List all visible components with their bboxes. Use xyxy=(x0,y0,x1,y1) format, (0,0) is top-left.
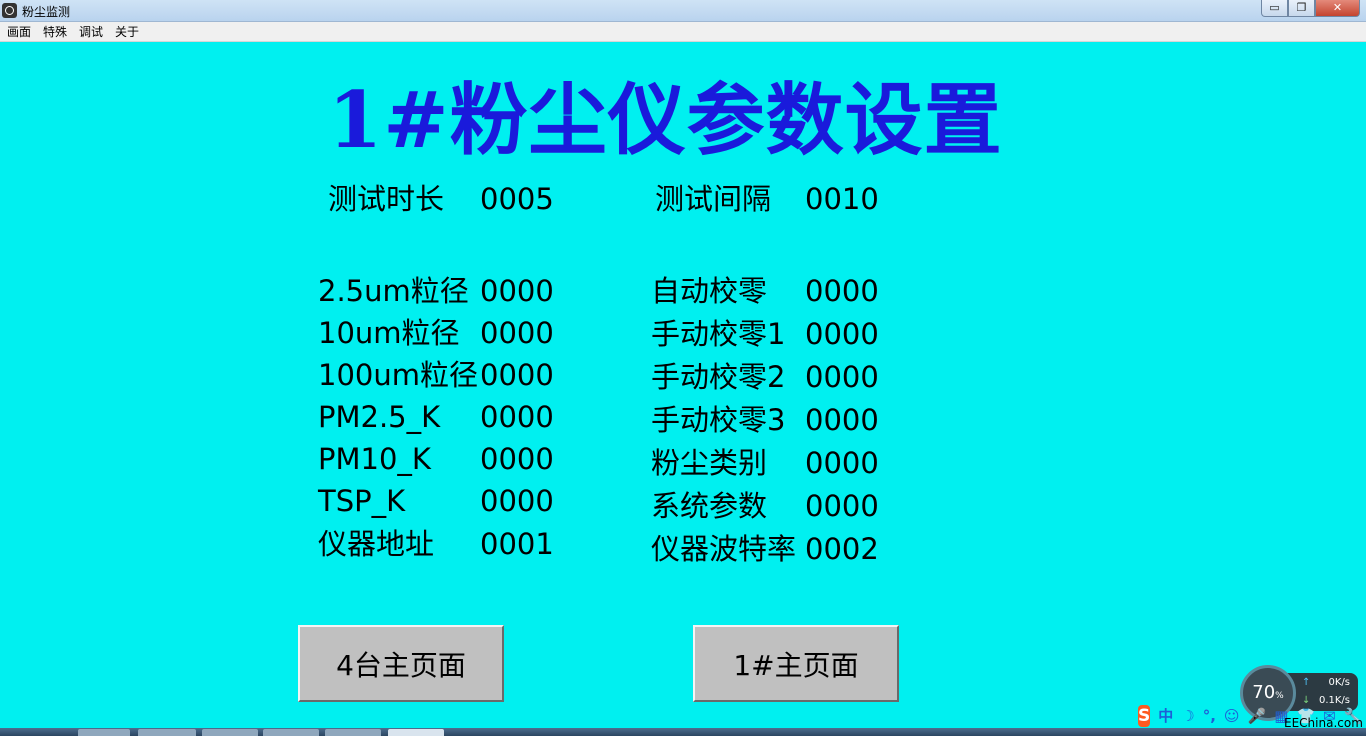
param-value-dust-type[interactable]: 0000 xyxy=(805,446,879,480)
param-label-manual-zero-2: 手动校零2 xyxy=(651,360,786,394)
upload-speed: 0K/s xyxy=(1328,677,1351,688)
emoji-icon[interactable]: ☺ xyxy=(1224,707,1240,725)
minimize-button[interactable]: ▭ xyxy=(1261,0,1288,17)
percent-unit: % xyxy=(1275,691,1284,701)
param-label-test-duration: 测试时长 xyxy=(328,182,445,216)
taskbar-item[interactable] xyxy=(202,729,258,736)
menu-about[interactable]: 关于 xyxy=(115,23,139,40)
param-label-dust-type: 粉尘类别 xyxy=(651,446,768,480)
close-button[interactable]: ✕ xyxy=(1315,0,1360,17)
param-value-100um[interactable]: 0000 xyxy=(480,358,554,392)
param-label-device-address: 仪器地址 xyxy=(318,527,435,561)
taskbar-item[interactable] xyxy=(138,729,196,736)
param-label-baud-rate: 仪器波特率 xyxy=(651,532,797,566)
param-value-pm25-k[interactable]: 0000 xyxy=(480,400,554,434)
param-value-device-address[interactable]: 0001 xyxy=(480,527,554,561)
param-label-manual-zero-1: 手动校零1 xyxy=(651,317,786,351)
upload-arrow-icon: ↑ xyxy=(1302,677,1311,688)
param-label-pm25-k: PM2.5_K xyxy=(318,400,441,434)
param-value-manual-zero-3[interactable]: 0000 xyxy=(805,403,879,437)
param-label-100um: 100um粒径 xyxy=(318,358,478,392)
sogou-logo-icon[interactable]: S xyxy=(1138,704,1151,727)
param-value-2-5um[interactable]: 0000 xyxy=(480,274,554,308)
param-value-manual-zero-2[interactable]: 0000 xyxy=(805,360,879,394)
param-value-pm10-k[interactable]: 0000 xyxy=(480,442,554,476)
menu-bar: 画面 特殊 调试 关于 xyxy=(0,22,1366,42)
param-label-tsp-k: TSP_K xyxy=(318,484,406,518)
taskbar-item[interactable] xyxy=(263,729,319,736)
app-icon xyxy=(2,3,17,18)
main-panel: 1#粉尘仪参数设置 测试时长 0005 测试间隔 0010 2.5um粒径 00… xyxy=(0,42,1366,728)
param-label-system-params: 系统参数 xyxy=(651,489,768,523)
param-value-tsp-k[interactable]: 0000 xyxy=(480,484,554,518)
param-label-auto-zero: 自动校零 xyxy=(651,274,768,308)
window-titlebar: 粉尘监测 ▭ ❐ ✕ xyxy=(0,0,1366,22)
taskbar-item-active[interactable] xyxy=(388,729,444,736)
param-label-10um: 10um粒径 xyxy=(318,316,460,350)
window-title: 粉尘监测 xyxy=(22,5,71,19)
menu-special[interactable]: 特殊 xyxy=(43,23,67,40)
cpu-percent: 70 xyxy=(1252,682,1276,703)
moon-icon[interactable]: ☽ xyxy=(1181,707,1194,725)
param-value-auto-zero[interactable]: 0000 xyxy=(805,274,879,308)
microphone-icon[interactable]: 🎤 xyxy=(1248,707,1267,725)
param-value-manual-zero-1[interactable]: 0000 xyxy=(805,317,879,351)
taskbar xyxy=(0,728,1366,736)
taskbar-item[interactable] xyxy=(325,729,381,736)
four-unit-main-page-button[interactable]: 4台主页面 xyxy=(298,625,504,702)
page-title: 1#粉尘仪参数设置 xyxy=(328,75,1003,166)
param-label-2-5um: 2.5um粒径 xyxy=(318,274,469,308)
window-controls: ▭ ❐ ✕ xyxy=(1261,0,1360,18)
param-label-pm10-k: PM10_K xyxy=(318,442,431,476)
param-value-system-params[interactable]: 0000 xyxy=(805,489,879,523)
param-value-test-interval[interactable]: 0010 xyxy=(805,182,879,216)
param-label-test-interval: 测试间隔 xyxy=(655,182,772,216)
punctuation-icon[interactable]: °, xyxy=(1203,707,1216,725)
maximize-button[interactable]: ❐ xyxy=(1288,0,1315,17)
menu-debug[interactable]: 调试 xyxy=(79,23,103,40)
menu-screen[interactable]: 画面 xyxy=(7,23,31,40)
param-value-baud-rate[interactable]: 0002 xyxy=(805,532,879,566)
unit1-main-page-button[interactable]: 1#主页面 xyxy=(693,625,899,702)
param-value-test-duration[interactable]: 0005 xyxy=(480,182,554,216)
ime-mode-toggle[interactable]: 中 xyxy=(1158,705,1173,726)
param-value-10um[interactable]: 0000 xyxy=(480,316,554,350)
taskbar-item[interactable] xyxy=(78,729,130,736)
param-label-manual-zero-3: 手动校零3 xyxy=(651,403,786,437)
